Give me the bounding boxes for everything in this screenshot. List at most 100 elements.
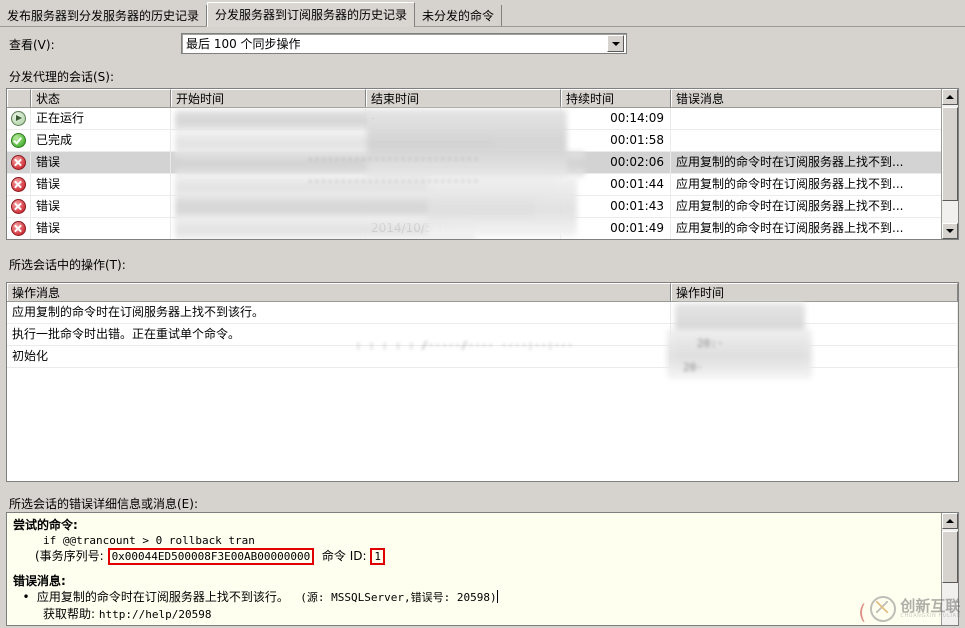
scroll-up-icon[interactable] bbox=[942, 513, 958, 529]
cell-error-message: 应用复制的命令时在订阅服务器上找不到... bbox=[671, 196, 943, 217]
running-icon bbox=[7, 108, 31, 129]
cell-end-time: 2014/10/5 10: bbox=[366, 218, 561, 239]
cell-status: 错误 bbox=[31, 218, 171, 239]
error-icon bbox=[7, 152, 31, 173]
table-row[interactable]: 已完成 00:01:58 bbox=[7, 130, 958, 152]
error-icon-glyph bbox=[11, 199, 26, 214]
tab-strip-filler bbox=[502, 5, 965, 27]
table-row[interactable]: 错误 00:02:06 应用复制的命令时在订阅服务器上找不到... bbox=[7, 152, 958, 174]
running-icon-glyph bbox=[11, 111, 26, 126]
bullet-icon: • bbox=[22, 590, 30, 604]
cell-error-message: 应用复制的命令时在订阅服务器上找不到... bbox=[671, 218, 943, 239]
chevron-down-icon[interactable] bbox=[607, 35, 624, 52]
transaction-sequence-line: (事务序列号: 0x00044ED500008F3E00AB00000000 命… bbox=[13, 548, 943, 565]
view-selector-row: 查看(V): 最后 100 个同步操作 bbox=[0, 31, 965, 59]
details-scrollbar[interactable] bbox=[941, 513, 958, 625]
text-caret bbox=[496, 590, 498, 603]
cell-duration: 00:01:43 bbox=[561, 196, 671, 217]
attempted-command-code: if @@trancount > 0 rollback tran bbox=[43, 534, 255, 547]
scroll-up-icon[interactable] bbox=[942, 89, 958, 105]
cell-error-message: 应用复制的命令时在订阅服务器上找不到... bbox=[671, 152, 943, 173]
scroll-down-icon[interactable] bbox=[942, 223, 958, 239]
actions-grid: 操作消息 操作时间 应用复制的命令时在订阅服务器上找不到该行。 执行一批命令时出错… bbox=[6, 282, 959, 482]
cell-start-time bbox=[171, 196, 366, 217]
table-row[interactable]: 错误 2014/10/5 10: 00:01:49 应用复制的命令时在订阅服务器上找不… bbox=[7, 218, 958, 239]
cell-start-time bbox=[171, 130, 366, 151]
cell-status: 正在运行 bbox=[31, 108, 171, 129]
cell-action-time bbox=[671, 346, 958, 367]
details-label: 所选会话的错误详细信息或消息(E): bbox=[9, 497, 198, 511]
lsn-prefix-label: (事务序列号: bbox=[35, 549, 104, 563]
cell-duration: 00:14:09 bbox=[561, 108, 671, 129]
help-label: 获取帮助: bbox=[43, 607, 96, 621]
actions-col-time[interactable]: 操作时间 bbox=[671, 283, 958, 301]
cell-end-time bbox=[366, 196, 561, 217]
cell-duration: 00:01:49 bbox=[561, 218, 671, 239]
actions-grid-header: 操作消息 操作时间 bbox=[7, 283, 958, 302]
sessions-col-end-time[interactable]: 结束时间 bbox=[366, 89, 561, 107]
sessions-grid-header: 状态 开始时间 结束时间 持续时间 错误消息 bbox=[7, 89, 958, 108]
cell-start-time bbox=[171, 218, 366, 239]
cell-action-time bbox=[671, 324, 958, 345]
sessions-col-duration[interactable]: 持续时间 bbox=[561, 89, 671, 107]
tab-undistributed-commands[interactable]: 未分发的命令 bbox=[415, 5, 503, 27]
tab-distributor-to-subscriber[interactable]: 分发服务器到订阅服务器的历史记录 bbox=[207, 2, 416, 27]
error-details-panel[interactable]: 尝试的命令: if @@trancount > 0 rollback tran … bbox=[6, 512, 959, 626]
cell-status: 错误 bbox=[31, 152, 171, 173]
tab-strip: 发布服务器到分发服务器的历史记录 分发服务器到订阅服务器的历史记录 未分发的命令 bbox=[0, 0, 965, 27]
sessions-col-icon[interactable] bbox=[7, 89, 31, 107]
error-icon-glyph bbox=[11, 177, 26, 192]
sessions-col-error-message[interactable]: 错误消息 bbox=[671, 89, 943, 107]
table-row[interactable]: 正在运行 -00:14:09 bbox=[7, 108, 958, 130]
arrow-down-glyph bbox=[611, 41, 620, 46]
cell-action-time bbox=[671, 302, 958, 323]
error-icon bbox=[7, 174, 31, 195]
cell-start-time bbox=[171, 174, 366, 195]
cell-status: 已完成 bbox=[31, 130, 171, 151]
lsn-value: 0x00044ED500008F3E00AB00000000 bbox=[107, 548, 315, 565]
cell-action-message: 执行一批命令时出错。正在重试单个命令。 bbox=[7, 324, 671, 345]
sessions-col-start-time[interactable]: 开始时间 bbox=[171, 89, 366, 107]
success-icon-glyph bbox=[11, 133, 26, 148]
sessions-label: 分发代理的会话(S): bbox=[9, 70, 115, 84]
cell-end-time bbox=[366, 174, 561, 195]
details-scrollbar-thumb[interactable] bbox=[942, 531, 958, 583]
table-row[interactable]: 执行一批命令时出错。正在重试单个命令。 bbox=[7, 324, 958, 346]
success-icon bbox=[7, 130, 31, 151]
actions-col-message[interactable]: 操作消息 bbox=[7, 283, 671, 301]
cell-error-message bbox=[671, 130, 943, 151]
table-row[interactable]: 初始化 bbox=[7, 346, 958, 368]
view-combobox[interactable]: 最后 100 个同步操作 bbox=[181, 33, 627, 54]
error-icon-glyph bbox=[11, 155, 26, 170]
sessions-grid: 状态 开始时间 结束时间 持续时间 错误消息 正在运行 -00:14:09 已完成 0… bbox=[6, 88, 959, 240]
tab-publisher-to-distributor[interactable]: 发布服务器到分发服务器的历史记录 bbox=[0, 5, 208, 27]
error-source-text: (源: MSSQLServer,错误号: 20598) bbox=[300, 591, 497, 604]
cell-duration: 00:02:06 bbox=[561, 152, 671, 173]
cell-status: 错误 bbox=[31, 174, 171, 195]
error-message-heading: 错误消息: bbox=[13, 574, 66, 588]
cell-start-time bbox=[171, 152, 366, 173]
sessions-scrollbar-thumb[interactable] bbox=[942, 107, 958, 201]
error-details-content: 尝试的命令: if @@trancount > 0 rollback tran … bbox=[7, 513, 943, 623]
command-id-value: 1 bbox=[370, 548, 385, 565]
table-row[interactable]: 应用复制的命令时在订阅服务器上找不到该行。 bbox=[7, 302, 958, 324]
sessions-col-status[interactable]: 状态 bbox=[31, 89, 171, 107]
cell-action-message: 应用复制的命令时在订阅服务器上找不到该行。 bbox=[7, 302, 671, 323]
cell-error-message bbox=[671, 108, 943, 129]
sessions-scrollbar[interactable] bbox=[941, 89, 958, 239]
actions-grid-body: 应用复制的命令时在订阅服务器上找不到该行。 执行一批命令时出错。正在重试单个命令。… bbox=[7, 302, 958, 368]
cell-start-time bbox=[171, 108, 366, 129]
table-row[interactable]: 错误 00:01:44 应用复制的命令时在订阅服务器上找不到... bbox=[7, 174, 958, 196]
actions-label: 所选会话中的操作(T): bbox=[9, 258, 126, 272]
view-combobox-value: 最后 100 个同步操作 bbox=[186, 37, 301, 51]
cell-status: 错误 bbox=[31, 196, 171, 217]
table-row[interactable]: 错误 00:01:43 应用复制的命令时在订阅服务器上找不到... bbox=[7, 196, 958, 218]
cell-duration: 00:01:58 bbox=[561, 130, 671, 151]
sessions-grid-body: 正在运行 -00:14:09 已完成 00:01:58 错误 00:02:06 应用复制的命… bbox=[7, 108, 958, 239]
view-label: 查看(V): bbox=[9, 38, 55, 52]
error-icon bbox=[7, 196, 31, 217]
cell-end-time bbox=[366, 130, 561, 151]
error-message-text: 应用复制的命令时在订阅服务器上找不到该行。 bbox=[36, 590, 289, 604]
help-url[interactable]: http://help/20598 bbox=[99, 608, 212, 621]
attempted-command-heading: 尝试的命令: bbox=[13, 518, 78, 532]
